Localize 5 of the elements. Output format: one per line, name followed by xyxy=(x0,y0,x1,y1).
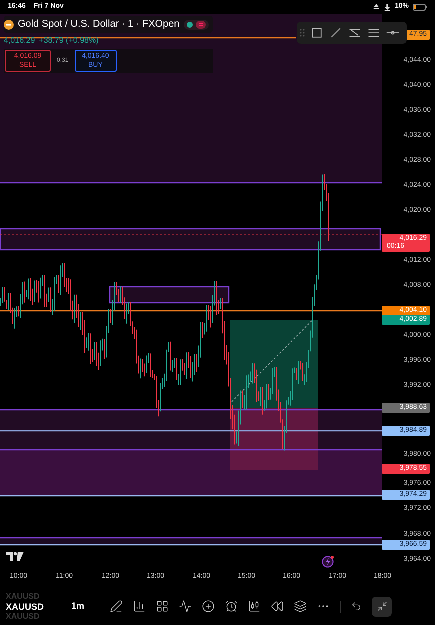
price-change: +38.79 (+0.98%) xyxy=(39,35,99,47)
last-price: 4,016.29 xyxy=(4,35,36,47)
interval-button[interactable]: 1m xyxy=(58,600,98,614)
symbol-title: Gold Spot / U.S. Dollar · 1 · FXOpen xyxy=(18,18,180,32)
symbol-picker-item[interactable]: XAUUSD xyxy=(6,602,44,612)
